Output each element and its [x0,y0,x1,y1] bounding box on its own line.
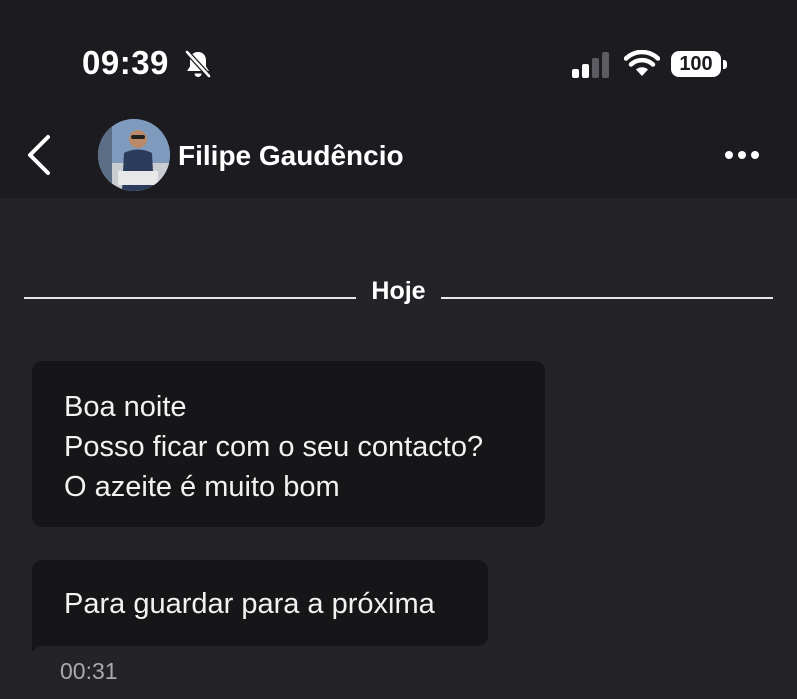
cellular-signal-icon [572,52,609,78]
bell-slash-icon [185,50,211,78]
wifi-icon [624,50,660,76]
message-bubble[interactable]: Para guardar para a próxima [32,560,488,646]
status-time: 09:39 [82,44,169,81]
message-text: O azeite é muito bom [64,471,340,503]
date-separator-line-right [441,297,773,299]
message-text: Posso ficar com o seu contacto? [64,431,484,463]
top-bar: 09:39 100 Filipe Gaudêncio [0,0,797,198]
date-separator: Hoje [371,277,426,305]
contact-name[interactable]: Filipe Gaudêncio [178,140,404,172]
message-timestamp: 00:31 [60,658,118,684]
more-horizontal-icon[interactable] [722,145,762,165]
message-text: Para guardar para a próxima [64,588,435,620]
chevron-left-icon[interactable] [24,133,56,177]
avatar[interactable] [98,119,170,191]
battery-tip [723,60,727,69]
avatar-photo [98,119,170,191]
battery-level: 100 [671,51,721,77]
message-bubble[interactable]: Boa noite Posso ficar com o seu contacto… [32,361,545,527]
battery-indicator: 100 [671,51,727,79]
chat-screen: 09:39 100 Filipe Gaudêncio Hoje Boa noit… [0,0,797,699]
message-text: Boa noite [64,391,187,423]
date-separator-line-left [24,297,356,299]
